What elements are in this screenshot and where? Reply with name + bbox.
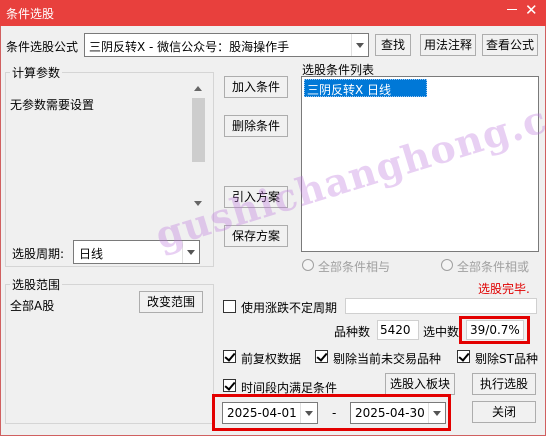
- add-condition-button[interactable]: 加入条件: [224, 76, 288, 98]
- selected-label: 选中数: [423, 325, 460, 339]
- exclude-untraded-label: 剔除当前未交易品种: [333, 352, 442, 366]
- exclude-st-checkbox[interactable]: [457, 350, 470, 363]
- chevron-down-icon[interactable]: [351, 34, 368, 56]
- execute-selection-button[interactable]: 执行选股: [472, 373, 536, 395]
- radio-or[interactable]: [441, 259, 453, 271]
- scroll-up-icon[interactable]: [194, 86, 202, 91]
- period-select-value: 日线: [79, 247, 104, 261]
- find-button[interactable]: 查找: [375, 34, 411, 56]
- exclude-st-label: 剔除ST品种: [475, 352, 538, 366]
- radio-and[interactable]: [302, 259, 314, 271]
- params-empty-text: 无参数需要设置: [10, 98, 95, 112]
- view-formula-button[interactable]: 查看公式: [482, 34, 538, 56]
- indefinite-period-input[interactable]: [345, 298, 537, 314]
- status-text: 选股完毕.: [478, 282, 530, 296]
- indefinite-period-label: 使用涨跌不定周期: [241, 301, 338, 315]
- exclude-untraded-checkbox[interactable]: [315, 350, 328, 363]
- pre-adjust-checkbox[interactable]: [223, 350, 236, 363]
- indefinite-period-checkbox[interactable]: [223, 300, 236, 313]
- list-item[interactable]: 三阴反转X 日线: [304, 79, 427, 97]
- formula-select[interactable]: 三阴反转X - 微信公众号：股海操作手: [84, 33, 369, 57]
- radio-or-label: 全部条件相或: [457, 260, 530, 274]
- usage-notes-button[interactable]: 用法注释: [420, 34, 476, 56]
- scope-value: 全部A股: [10, 299, 55, 313]
- minimize-icon[interactable]: [505, 2, 519, 16]
- close-button[interactable]: 关闭: [472, 401, 536, 423]
- count-value: 5420: [380, 323, 411, 337]
- count-field: 5420: [377, 320, 419, 340]
- scope-group-label: 选股范围: [10, 276, 63, 293]
- window-title: 条件选股: [6, 7, 55, 21]
- pre-adjust-label: 前复权数据: [241, 352, 302, 366]
- formula-select-value: 三阴反转X - 微信公众号：股海操作手: [89, 40, 290, 54]
- close-icon[interactable]: ✕: [525, 2, 538, 18]
- count-label: 品种数: [334, 325, 371, 339]
- list-item-label: 三阴反转X 日线: [307, 83, 392, 97]
- time-range-checkbox[interactable]: [223, 379, 236, 392]
- scroll-thumb[interactable]: [192, 98, 205, 162]
- title-bar: 条件选股 ✕: [0, 0, 546, 26]
- add-to-block-button[interactable]: 选股入板块: [385, 373, 455, 395]
- date-highlight-box: [212, 394, 451, 431]
- remove-condition-button[interactable]: 删除条件: [224, 115, 288, 137]
- formula-label: 条件选股公式: [6, 40, 79, 54]
- change-scope-button[interactable]: 改变范围: [139, 291, 203, 313]
- params-group-label: 计算参数: [10, 64, 63, 81]
- period-label: 选股周期:: [12, 247, 65, 261]
- highlight-box: [459, 316, 530, 344]
- params-scrollbar[interactable]: [191, 80, 207, 212]
- radio-and-label: 全部条件相与: [318, 260, 391, 274]
